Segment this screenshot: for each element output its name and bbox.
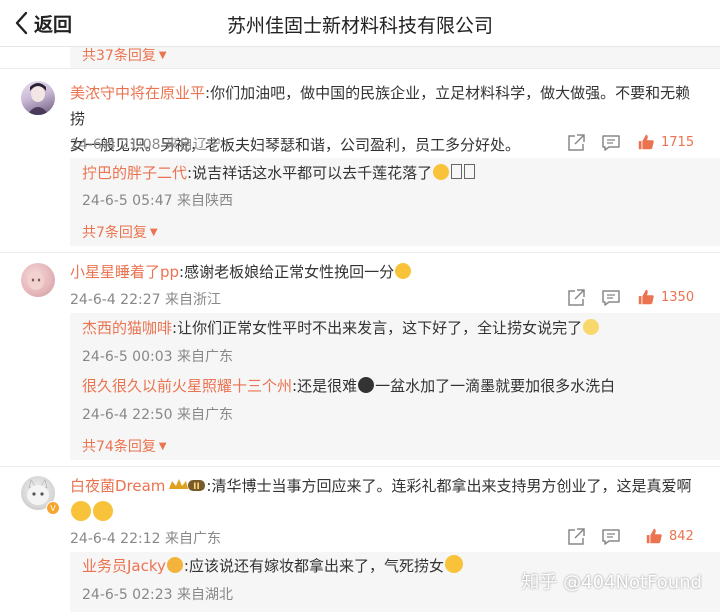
svg-text:V: V: [50, 504, 56, 513]
reply-time: 24-6-4 22:50: [82, 407, 173, 423]
comment-location: 来自浙江: [164, 292, 221, 308]
thumbs-up-icon: [646, 528, 662, 544]
reply-username[interactable]: 业务员Jacky: [82, 557, 166, 575]
comment-body: 小星星睡着了pp:感谢老板娘给正常女性挽回一分: [70, 259, 412, 285]
comment-location: 来自广东: [164, 531, 221, 547]
like-count: 842: [669, 528, 694, 544]
avatar-portrait-icon: [27, 83, 49, 115]
more-replies-link[interactable]: 共7条回复 ▼: [82, 222, 158, 242]
comment-meta: 24-6-4 22:12 来自广东: [70, 528, 221, 548]
like-button[interactable]: 1715: [637, 133, 694, 151]
laughing-emoji-icon: [433, 164, 450, 180]
reply-location: 来自湖北: [176, 587, 233, 603]
like-count: 1350: [661, 289, 695, 305]
comment-username[interactable]: 白夜菌Dream: [70, 477, 165, 495]
reply-box-top: [70, 46, 720, 68]
comment-text: :清华博士当事方回应来了。连彩礼都拿出来支持男方创业了，这是真爱啊: [206, 477, 692, 495]
missing-glyph-icon: [464, 164, 476, 179]
reply-location: 来自陕西: [176, 193, 233, 209]
like-button[interactable]: 842: [645, 527, 694, 545]
more-replies-label: 共74条回复: [82, 439, 156, 455]
crying-laugh-emoji-icon: [395, 263, 412, 279]
avatar[interactable]: [21, 81, 55, 115]
divider: [0, 252, 720, 253]
share-icon[interactable]: [566, 133, 586, 153]
reply: 拧巴的胖子二代:说吉祥话这水平都可以去千莲花落了: [82, 160, 476, 186]
reply-location: 来自广东: [176, 349, 233, 365]
verified-badge-icon: V: [46, 501, 60, 515]
reply-text: 一盆水加了一滴墨就要加很多水洗白: [375, 377, 616, 395]
thumbs-up-icon: [638, 289, 654, 305]
caret-down-icon: ▼: [158, 440, 167, 452]
crying-emoji-icon: [93, 501, 113, 521]
dark-face-emoji-icon: [358, 377, 375, 393]
comment-time: 24-6-4 22:12: [70, 531, 161, 547]
comment-body: 白夜菌Dream II :清华博士当事方回应来了。连彩礼都拿出来支持男方创业了，这是…: [70, 473, 700, 527]
comment-icon[interactable]: [601, 133, 621, 153]
reply-text: :说吉祥话这水平都可以去千莲花落了: [187, 164, 433, 182]
more-replies-link[interactable]: 共37条回复 ▼: [82, 45, 167, 65]
watermark: 知乎 @404NotFound: [521, 572, 702, 593]
comment-icon[interactable]: [601, 288, 621, 308]
missing-glyph-icon: [451, 164, 463, 179]
like-count: 1715: [661, 134, 695, 150]
comment-username[interactable]: 美浓守中将在原业平: [70, 84, 205, 102]
comment-location: 来自辽宁: [164, 137, 221, 153]
comment-meta: 24-6-4 21:08 来自辽宁: [70, 134, 221, 154]
reply-meta: 24-6-5 05:47 来自陕西: [82, 190, 233, 210]
cat-face-emoji-icon: [583, 319, 600, 335]
grin-emoji-icon: [444, 555, 463, 573]
crying-emoji-icon: [71, 501, 91, 521]
reply-username[interactable]: 很久很久以前火星照耀十三个州: [82, 377, 292, 395]
reply: 杰西的猫咖啡:让你们正常女性平时不出来发言，这下好了，全让捞女说完了: [82, 315, 600, 341]
reply-text: :让你们正常女性平时不出来发言，这下好了，全让捞女说完了: [172, 319, 583, 337]
more-replies-label: 共37条回复: [82, 48, 156, 64]
comment-meta: 24-6-4 22:27 来自浙江: [70, 289, 221, 309]
more-replies-label: 共7条回复: [82, 225, 147, 241]
thumbs-up-icon: [638, 134, 654, 150]
reply-username[interactable]: 拧巴的胖子二代: [82, 164, 187, 182]
top-bar: 返回 苏州佳固士新材料科技有限公司: [0, 0, 720, 47]
reply-time: 24-6-5 02:23: [82, 587, 173, 603]
comment-time: 24-6-4 22:27: [70, 292, 161, 308]
badge-level-label: II: [194, 482, 201, 492]
share-icon[interactable]: [566, 527, 586, 547]
more-replies-link[interactable]: 共74条回复 ▼: [82, 436, 167, 456]
share-icon[interactable]: [566, 288, 586, 308]
avatar-portrait-icon: [28, 272, 44, 290]
reply-meta: 24-6-5 00:03 来自广东: [82, 346, 233, 366]
reply-text: :应该说还有嫁妆都拿出来了，气死捞女: [183, 557, 444, 575]
reply-location: 来自广东: [176, 407, 233, 423]
member-level-badge-icon: II: [168, 475, 206, 501]
reply: 很久很久以前火星照耀十三个州:还是很难 一盆水加了一滴墨就要加很多水洗白: [82, 373, 615, 399]
reply-time: 24-6-5 00:03: [82, 349, 173, 365]
caret-down-icon: ▼: [158, 49, 167, 61]
comment-username[interactable]: 小星星睡着了pp: [70, 263, 179, 281]
divider: [0, 68, 720, 69]
avatar[interactable]: [21, 263, 55, 297]
comment-text: :感谢老板娘给正常女性挽回一分: [179, 263, 395, 281]
reply-username[interactable]: 杰西的猫咖啡: [82, 319, 172, 337]
like-button[interactable]: 1350: [637, 288, 694, 306]
page-title: 苏州佳固士新材料科技有限公司: [226, 15, 493, 37]
reply-time: 24-6-5 05:47: [82, 193, 173, 209]
reply-meta: 24-6-4 22:50 来自广东: [82, 404, 233, 424]
comment-icon[interactable]: [601, 527, 621, 547]
comment-time: 24-6-4 21:08: [70, 137, 161, 153]
reply: 业务员Jacky :应该说还有嫁妆都拿出来了，气死捞女: [82, 553, 464, 579]
hugging-emoji-icon: [166, 557, 183, 573]
reply-meta: 24-6-5 02:23 来自湖北: [82, 584, 233, 604]
caret-down-icon: ▼: [149, 226, 158, 238]
divider: [0, 466, 720, 467]
reply-text: :还是很难: [292, 377, 358, 395]
